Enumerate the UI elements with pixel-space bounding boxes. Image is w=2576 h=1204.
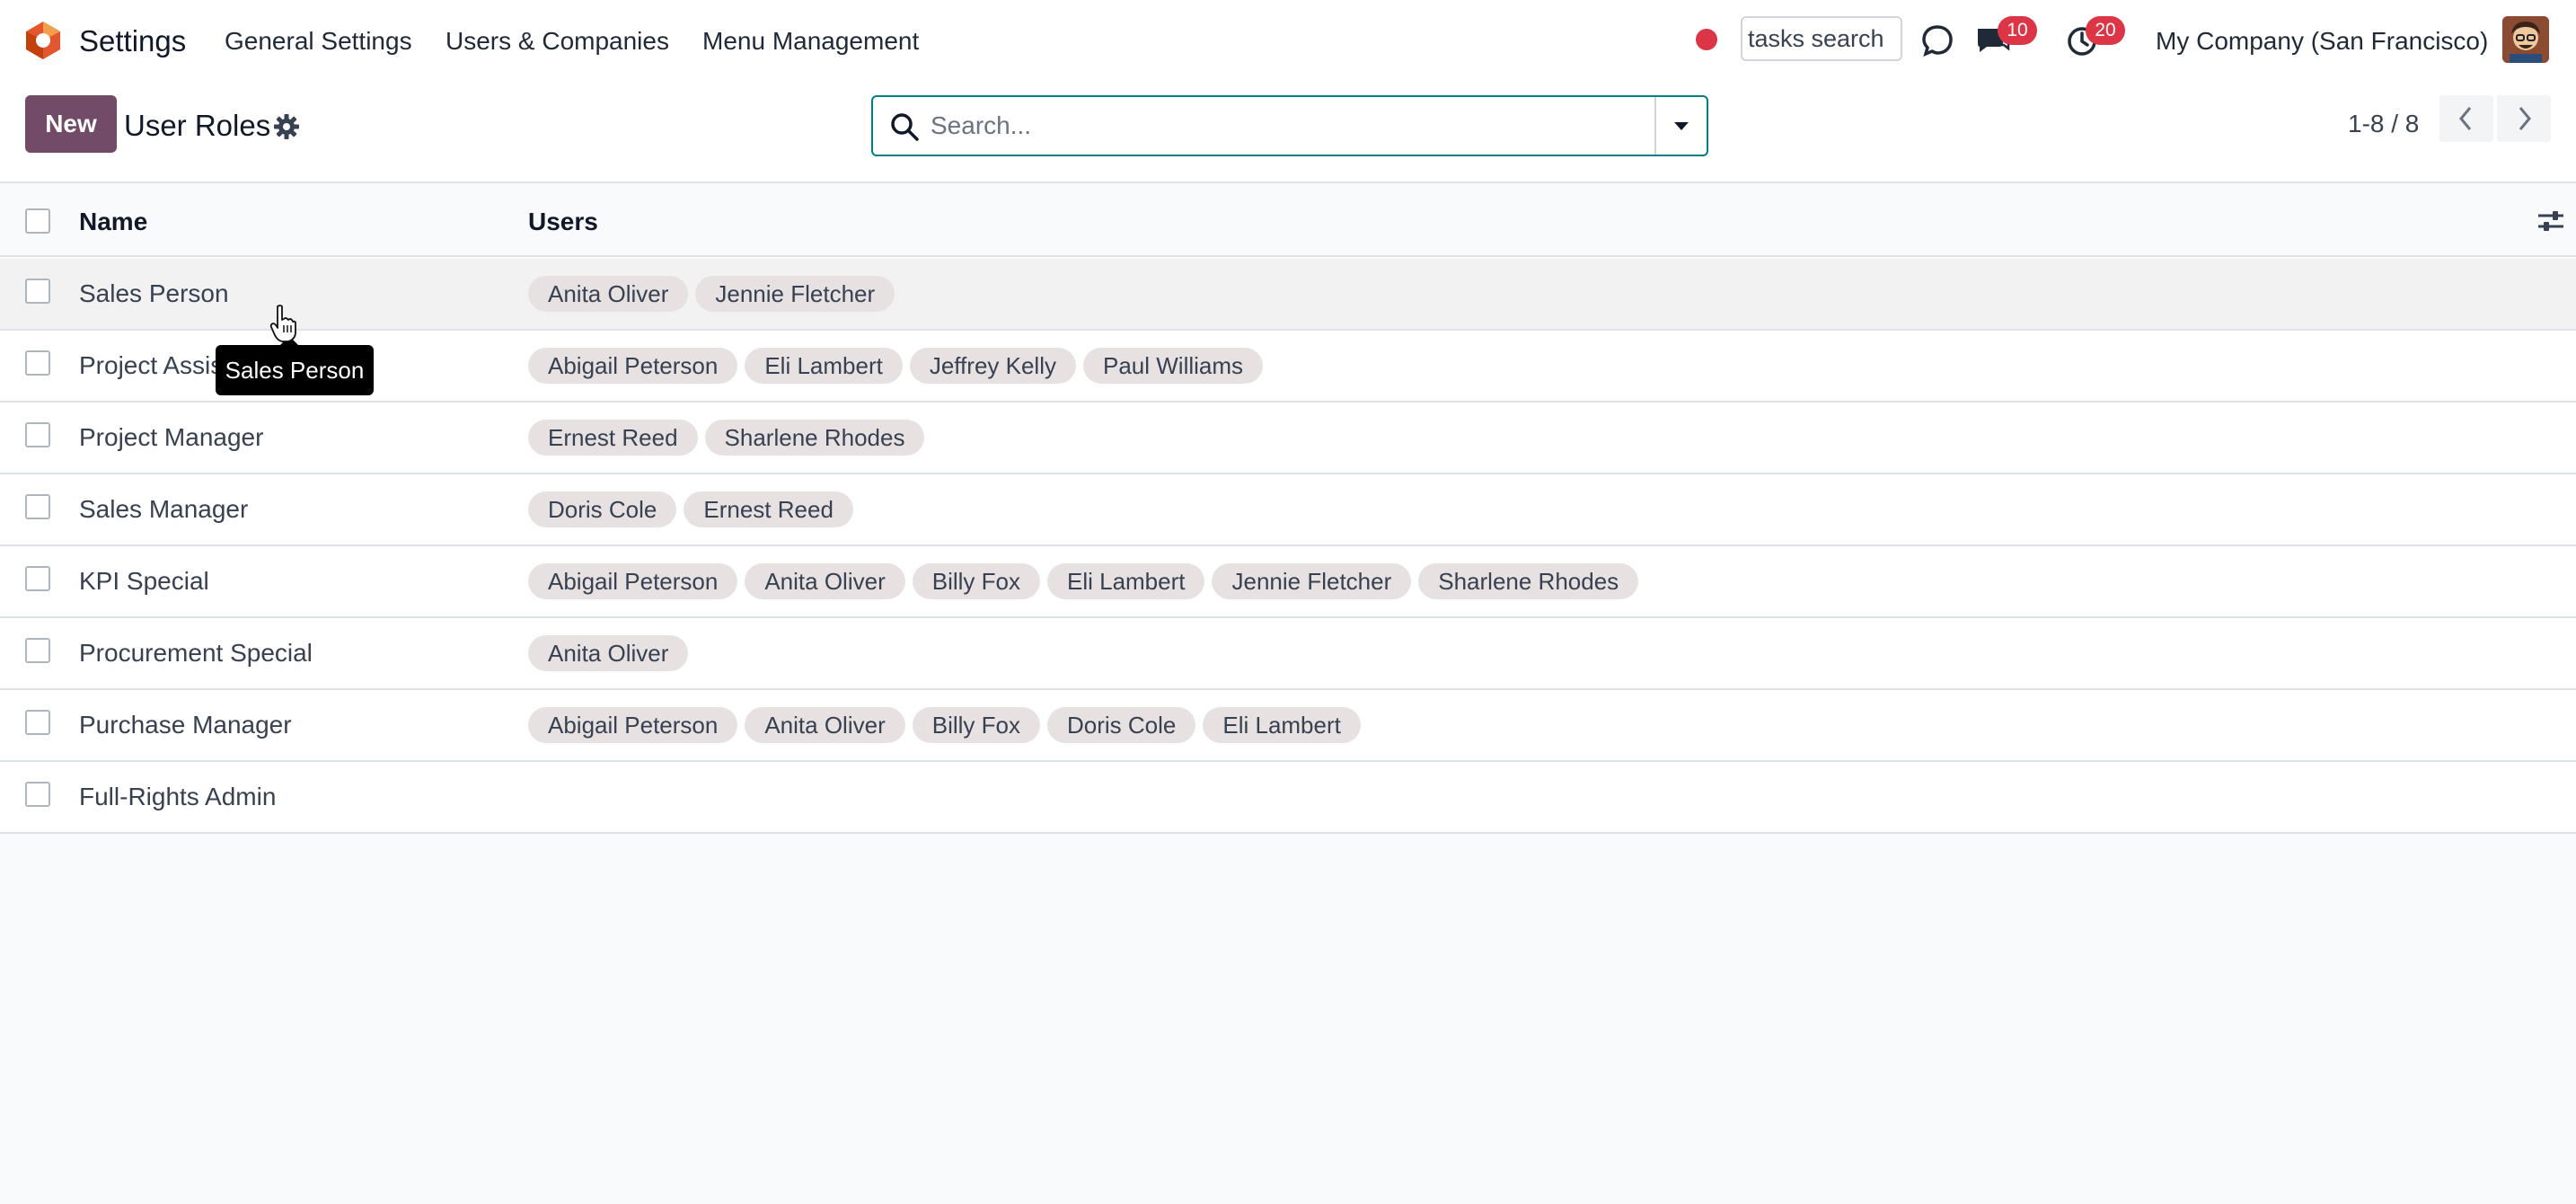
user-tag: Sharlene Rhodes <box>1418 563 1639 599</box>
table-row[interactable]: Purchase Manager Abigail Peterson Anita Ol… <box>0 690 2576 762</box>
user-tag: Billy Fox <box>912 707 1040 743</box>
optional-columns-icon[interactable] <box>2536 207 2565 235</box>
control-panel: New User Roles 1-8 / 8 <box>0 81 2576 183</box>
tooltip: Sales Person <box>216 336 374 395</box>
voip-phone-icon[interactable] <box>1920 23 1954 58</box>
user-tag: Anita Oliver <box>528 276 689 312</box>
user-tag: Ernest Reed <box>684 491 853 527</box>
recording-indicator-icon[interactable] <box>1696 29 1717 50</box>
table-row[interactable]: Project Assistant Abigail Peterson Eli Lam… <box>0 331 2576 403</box>
menu-general-settings[interactable]: General Settings <box>225 23 412 59</box>
list-header: Name Users <box>0 185 2576 257</box>
user-tag: Eli Lambert <box>745 348 903 384</box>
user-tag: Eli Lambert <box>1203 707 1361 743</box>
chevron-left-icon <box>2459 107 2472 130</box>
user-tag: Paul Williams <box>1082 348 1264 384</box>
user-tag: Sharlene Rhodes <box>704 420 925 456</box>
app-name[interactable]: Settings <box>79 22 186 61</box>
gear-icon[interactable] <box>273 113 300 140</box>
user-tag: Anita Oliver <box>745 707 905 743</box>
role-name: KPI Special <box>79 567 209 595</box>
user-tag: Jennie Fletcher <box>1212 563 1412 599</box>
menu-users-companies[interactable]: Users & Companies <box>446 23 669 59</box>
column-header-users[interactable]: Users <box>528 205 598 239</box>
hand-pointer-cursor-icon <box>269 305 296 342</box>
search-options-dropdown-icon[interactable] <box>1656 97 1707 155</box>
table-row[interactable]: Procurement Special Anita Oliver <box>0 618 2576 690</box>
table-row[interactable]: Sales Person Anita Oliver Jennie Fletcher <box>0 259 2576 331</box>
role-name: Procurement Special <box>79 639 313 667</box>
users-tags: Abigail Peterson Anita Oliver Billy Fox Eli… <box>528 563 1639 599</box>
pager-previous-button[interactable] <box>2439 95 2493 142</box>
tasks-search-input[interactable] <box>1741 16 1902 61</box>
users-tags: Ernest Reed Sharlene Rhodes <box>528 420 925 456</box>
users-tags: Abigail Peterson Eli Lambert Jeffrey Kelly… <box>528 348 1264 384</box>
new-button[interactable]: New <box>25 95 117 153</box>
messages-count-badge: 10 <box>1998 16 2037 45</box>
user-tag: Anita Oliver <box>528 635 689 671</box>
row-checkbox[interactable] <box>25 566 50 591</box>
row-checkbox[interactable] <box>25 710 50 735</box>
search-icon <box>891 113 919 141</box>
select-all-checkbox[interactable] <box>25 208 50 234</box>
user-tag: Abigail Peterson <box>528 563 738 599</box>
user-tag: Doris Cole <box>528 491 677 527</box>
row-checkbox[interactable] <box>25 422 50 447</box>
table-row[interactable]: Full-Rights Admin <box>0 762 2576 834</box>
table-row[interactable]: Sales Manager Doris Cole Ernest Reed <box>0 474 2576 546</box>
row-checkbox[interactable] <box>25 782 50 807</box>
pager-value[interactable]: 1-8 / 8 <box>2348 104 2419 144</box>
row-checkbox[interactable] <box>25 279 50 304</box>
role-name: Sales Person <box>79 279 229 307</box>
menu-menu-management[interactable]: Menu Management <box>702 23 919 59</box>
page-title: User Roles <box>124 109 271 142</box>
users-tags: Anita Oliver <box>528 635 689 671</box>
chevron-right-icon <box>2519 107 2531 130</box>
pager-next-button[interactable] <box>2497 95 2551 142</box>
role-name: Project Manager <box>79 423 264 451</box>
role-name: Full-Rights Admin <box>79 783 277 810</box>
top-navbar: Settings General Settings Users & Compan… <box>0 0 2576 81</box>
user-tag: Jennie Fletcher <box>695 276 895 312</box>
odoo-logo-icon[interactable] <box>23 20 63 61</box>
row-checkbox[interactable] <box>25 350 50 376</box>
user-tag: Jeffrey Kelly <box>909 348 1076 384</box>
activities-count-badge: 20 <box>2086 16 2125 45</box>
users-tags: Anita Oliver Jennie Fletcher <box>528 276 895 312</box>
user-tag: Doris Cole <box>1046 707 1196 743</box>
users-tags: Doris Cole Ernest Reed <box>528 491 853 527</box>
row-checkbox[interactable] <box>25 494 50 519</box>
role-name: Purchase Manager <box>79 711 292 739</box>
column-header-name[interactable]: Name <box>79 205 147 239</box>
user-tag: Abigail Peterson <box>528 348 738 384</box>
role-name: Sales Manager <box>79 495 249 523</box>
user-tag: Billy Fox <box>912 563 1040 599</box>
search-bar <box>871 95 1708 156</box>
table-row[interactable]: Project Manager Ernest Reed Sharlene Rhode… <box>0 403 2576 474</box>
user-avatar[interactable] <box>2502 16 2549 63</box>
users-tags: Abigail Peterson Anita Oliver Billy Fox Dor… <box>528 707 1361 743</box>
user-tag: Abigail Peterson <box>528 707 738 743</box>
user-tag: Anita Oliver <box>745 563 905 599</box>
search-input[interactable] <box>931 104 1613 147</box>
user-tag: Eli Lambert <box>1046 563 1205 599</box>
table-row[interactable]: KPI Special Abigail Peterson Anita Oliver B… <box>0 546 2576 618</box>
user-tag: Ernest Reed <box>528 420 698 456</box>
row-checkbox[interactable] <box>25 638 50 663</box>
company-switcher[interactable]: My Company (San Francisco) <box>2156 23 2488 59</box>
